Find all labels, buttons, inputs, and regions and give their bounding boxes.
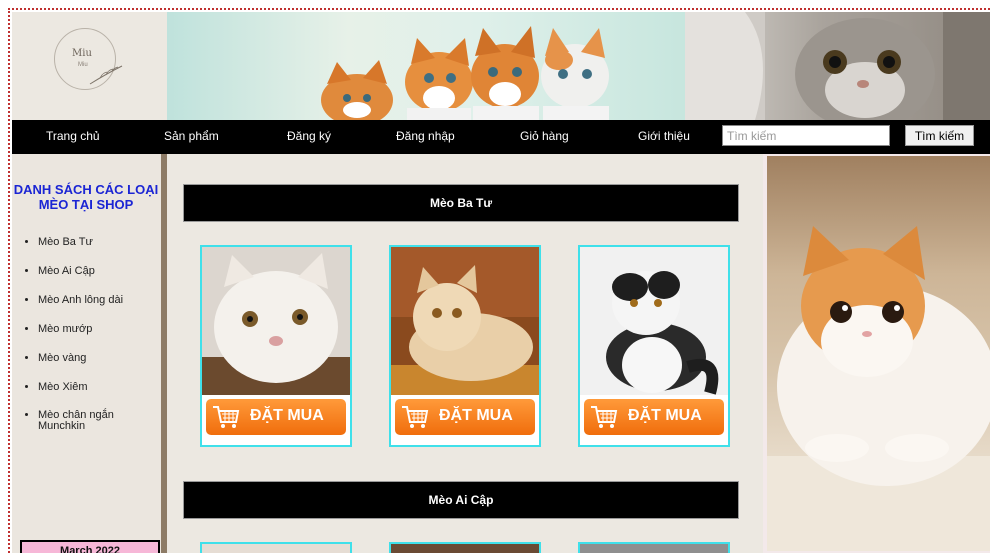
buy-label: ĐẶT MUA <box>628 407 702 424</box>
category-item[interactable]: Mèo Xiêm <box>38 381 163 410</box>
cart-icon <box>591 406 618 428</box>
nav-products[interactable]: Sản phẩm <box>164 129 219 143</box>
category-item[interactable]: Mèo Ai Cập <box>38 265 163 294</box>
buy-button[interactable]: ĐẶT MUA <box>584 399 724 435</box>
right-side-cat-image <box>763 154 990 553</box>
grey-cat-illustration <box>685 12 990 120</box>
buy-button[interactable]: ĐẶT MUA <box>395 399 535 435</box>
orange-white-cat-illustration <box>767 226 990 551</box>
banner-grey-cat-image <box>685 12 990 120</box>
main-nav: Trang chủ Sản phẩm Đăng ký Đăng nhập Giỏ… <box>12 120 990 154</box>
nav-login[interactable]: Đăng nhập <box>396 129 455 143</box>
category-item[interactable]: Mèo chân ngắn Munchkin <box>38 410 163 439</box>
product-card <box>200 542 352 553</box>
product-card: ĐẶT MUA <box>200 245 352 447</box>
product-card: ĐẶT MUA <box>578 245 730 447</box>
black-white-persian-cat-photo <box>580 247 728 395</box>
cart-icon <box>402 406 429 428</box>
nav-cart[interactable]: Giỏ hàng <box>520 129 569 143</box>
search-button[interactable]: Tìm kiếm <box>905 125 974 146</box>
kitten-4 <box>541 28 609 120</box>
white-persian-cat-photo <box>202 247 350 395</box>
buy-label: ĐẶT MUA <box>250 407 324 424</box>
kitten-2 <box>405 38 473 120</box>
product-card <box>389 542 541 553</box>
product-area: Mèo Ba Tư ĐẶT MUA ĐẶT MUA ĐẶT MUA Mèo Ai… <box>167 154 763 553</box>
buy-button[interactable]: ĐẶT MUA <box>206 399 346 435</box>
product-card <box>578 542 730 553</box>
search-input[interactable] <box>722 125 890 146</box>
category-list: Mèo Ba Tư Mèo Ai Cập Mèo Anh lông dài Mè… <box>38 236 163 439</box>
nav-register[interactable]: Đăng ký <box>287 129 331 143</box>
cart-icon <box>213 406 240 428</box>
logo-sub-text: Miu <box>78 62 88 68</box>
category-sidebar: DANH SÁCH CÁC LOẠI MÈO TẠI SHOP Mèo Ba T… <box>12 154 167 553</box>
logo-branch-icon <box>89 65 123 85</box>
category-item[interactable]: Mèo mướp <box>38 323 163 352</box>
kitten-3 <box>471 26 539 120</box>
nav-home[interactable]: Trang chủ <box>46 129 100 143</box>
kittens-illustration <box>321 26 609 120</box>
kitten-1 <box>321 60 393 120</box>
cream-persian-cat-photo <box>391 247 539 395</box>
calendar-month-header: March 2022 <box>20 540 160 553</box>
sidebar-title: DANH SÁCH CÁC LOẠI MÈO TẠI SHOP <box>13 182 159 212</box>
section-title-egyptian: Mèo Ai Cập <box>183 481 739 519</box>
page-frame: Miu Miu Trang chủ Sản phẩm Đăng ký Đăng … <box>8 8 990 553</box>
nav-about[interactable]: Giới thiệu <box>638 129 690 143</box>
buy-label: ĐẶT MUA <box>439 407 513 424</box>
orange-white-cat-photo <box>767 156 990 551</box>
category-item[interactable]: Mèo Anh lông dài <box>38 294 163 323</box>
shop-logo[interactable]: Miu Miu <box>12 12 167 120</box>
category-item[interactable]: Mèo vàng <box>38 352 163 381</box>
logo-brand-text: Miu <box>72 48 92 59</box>
section-title-persian: Mèo Ba Tư <box>183 184 739 222</box>
product-card: ĐẶT MUA <box>389 245 541 447</box>
category-item[interactable]: Mèo Ba Tư <box>38 236 163 265</box>
banner-kittens-image <box>167 12 685 120</box>
